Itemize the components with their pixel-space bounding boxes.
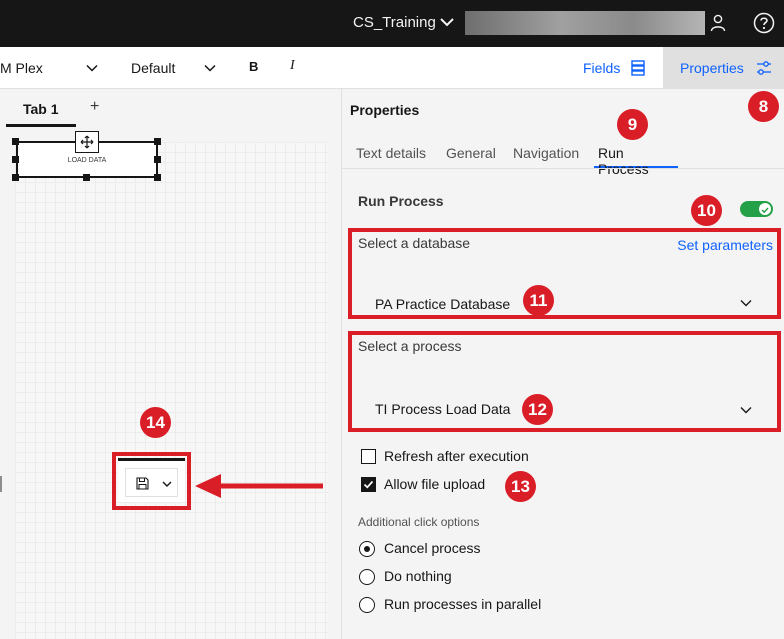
allow-upload-label: Allow file upload bbox=[384, 476, 486, 492]
toggle-knob bbox=[759, 203, 771, 215]
panel-title: Properties bbox=[350, 102, 420, 118]
chevron-down-icon[interactable] bbox=[739, 403, 753, 417]
tab-run-process-label: Run Process bbox=[598, 145, 649, 177]
chevron-down-icon[interactable] bbox=[202, 60, 218, 76]
bold-button[interactable]: B bbox=[249, 59, 258, 74]
radio-selected-dot bbox=[363, 545, 370, 552]
save-menu-button[interactable] bbox=[125, 468, 178, 497]
tab-run-process[interactable]: Run Process bbox=[594, 135, 678, 177]
refresh-checkbox[interactable] bbox=[361, 449, 376, 464]
font-family-select[interactable]: M Plex bbox=[0, 60, 43, 76]
workspace-name[interactable]: CS_Training bbox=[353, 14, 436, 31]
check-icon bbox=[761, 207, 769, 214]
move-icon bbox=[80, 135, 94, 149]
settings-adjust-icon bbox=[757, 61, 771, 75]
save-widget[interactable] bbox=[118, 458, 185, 502]
radio-button[interactable] bbox=[359, 541, 375, 557]
resize-handle[interactable] bbox=[154, 156, 161, 163]
resize-handle[interactable] bbox=[154, 138, 161, 145]
fields-button[interactable]: Fields bbox=[583, 60, 620, 76]
properties-panel: Properties Text details General Navigati… bbox=[341, 89, 784, 639]
additional-options-label: Additional click options bbox=[358, 515, 480, 529]
tab-general[interactable]: General bbox=[446, 145, 496, 161]
radio-button[interactable] bbox=[359, 597, 375, 613]
chevron-down-icon bbox=[162, 481, 172, 487]
top-bar: CS_Training bbox=[0, 0, 784, 47]
database-value[interactable]: PA Practice Database bbox=[375, 296, 510, 312]
resize-handle[interactable] bbox=[12, 156, 19, 163]
properties-tab[interactable]: Properties bbox=[663, 47, 784, 88]
canvas-grid[interactable] bbox=[15, 142, 328, 639]
properties-tab-label: Properties bbox=[680, 60, 744, 76]
tab-1[interactable]: Tab 1 bbox=[6, 89, 76, 127]
save-icon bbox=[136, 477, 149, 490]
resize-handle[interactable] bbox=[154, 174, 161, 181]
section-title: Run Process bbox=[358, 193, 444, 209]
annotation-badge-8: 8 bbox=[748, 91, 779, 122]
chevron-down-icon[interactable] bbox=[84, 60, 100, 76]
process-value[interactable]: TI Process Load Data bbox=[375, 401, 510, 417]
checkmark-icon bbox=[363, 480, 374, 489]
refresh-checkbox-row[interactable]: Refresh after execution bbox=[361, 448, 661, 466]
widget-label: LOAD DATA bbox=[67, 157, 107, 164]
user-icon[interactable] bbox=[709, 13, 727, 33]
process-label: Select a process bbox=[358, 338, 462, 354]
annotation-badge-13: 13 bbox=[505, 471, 536, 502]
canvas-pane: Tab 1 + LOAD DATA bbox=[0, 89, 341, 639]
database-icon[interactable] bbox=[631, 60, 645, 76]
resize-handle[interactable] bbox=[83, 174, 90, 181]
run-process-toggle[interactable] bbox=[740, 201, 773, 217]
database-field[interactable]: Select a database Set parameters PA Prac… bbox=[348, 228, 781, 319]
radio-label: Run processes in parallel bbox=[384, 596, 542, 612]
italic-button[interactable]: I bbox=[290, 58, 295, 74]
tab-text-details[interactable]: Text details bbox=[356, 145, 426, 161]
radio-button[interactable] bbox=[359, 569, 375, 585]
chevron-down-icon[interactable] bbox=[438, 13, 456, 31]
toolbar: M Plex Default B I Fields Properties bbox=[0, 47, 784, 89]
masked-field bbox=[465, 11, 705, 35]
annotation-badge-10: 10 bbox=[691, 195, 722, 226]
database-label: Select a database bbox=[358, 235, 471, 251]
radio-run-parallel[interactable]: Run processes in parallel bbox=[359, 596, 659, 614]
resize-handle[interactable] bbox=[12, 174, 19, 181]
annotation-badge-12: 12 bbox=[522, 394, 553, 425]
radio-label: Cancel process bbox=[384, 540, 481, 556]
resize-handle[interactable] bbox=[0, 476, 2, 492]
allow-upload-checkbox[interactable] bbox=[361, 477, 376, 492]
radio-do-nothing[interactable]: Do nothing bbox=[359, 568, 659, 586]
tab-1-label: Tab 1 bbox=[23, 101, 59, 117]
refresh-label: Refresh after execution bbox=[384, 448, 529, 464]
annotation-badge-9: 9 bbox=[617, 109, 648, 140]
annotation-badge-11: 11 bbox=[523, 285, 554, 316]
process-field[interactable]: Select a process TI Process Load Data bbox=[348, 331, 781, 432]
annotation-badge-14: 14 bbox=[140, 407, 171, 438]
radio-label: Do nothing bbox=[384, 568, 452, 584]
set-parameters-link[interactable]: Set parameters bbox=[677, 237, 773, 253]
radio-cancel-process[interactable]: Cancel process bbox=[359, 540, 659, 558]
tab-navigation[interactable]: Navigation bbox=[513, 145, 579, 161]
move-handle[interactable] bbox=[75, 131, 99, 153]
arrow-left-icon bbox=[195, 474, 323, 498]
tab-divider bbox=[342, 168, 784, 169]
resize-handle[interactable] bbox=[12, 138, 19, 145]
help-icon[interactable] bbox=[753, 12, 775, 34]
font-style-select[interactable]: Default bbox=[131, 60, 175, 76]
add-tab-button[interactable]: + bbox=[90, 98, 99, 116]
chevron-down-icon[interactable] bbox=[739, 296, 753, 310]
